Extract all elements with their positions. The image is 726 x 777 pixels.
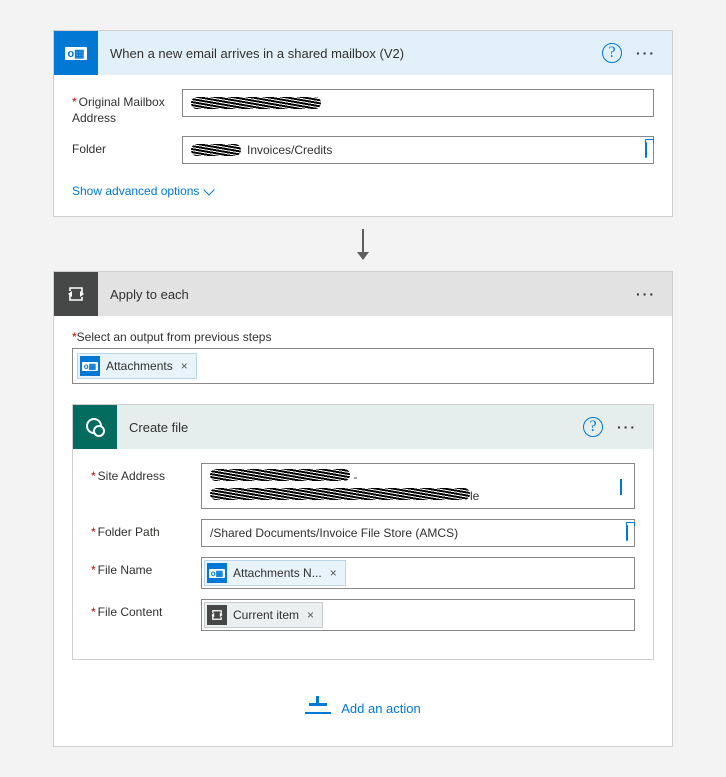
remove-token-icon[interactable]: × bbox=[305, 608, 316, 622]
mailbox-label: *Original Mailbox Address bbox=[72, 89, 182, 126]
token-attachments[interactable]: o▦ Attachments × bbox=[77, 353, 197, 379]
create-file-title: Create file bbox=[129, 420, 583, 435]
card-menu-icon[interactable]: ··· bbox=[617, 419, 637, 435]
token-current-item[interactable]: Current item × bbox=[204, 602, 323, 628]
folder-path-input[interactable]: /Shared Documents/Invoice File Store (AM… bbox=[201, 519, 635, 547]
folder-value: Invoices/Credits bbox=[247, 143, 332, 157]
select-output-label: *Select an output from previous steps bbox=[72, 330, 654, 344]
chevron-down-icon bbox=[204, 184, 215, 195]
loop-icon bbox=[207, 605, 227, 625]
folder-label: Folder bbox=[72, 136, 182, 158]
card-menu-icon[interactable]: ··· bbox=[636, 45, 656, 61]
trigger-title: When a new email arrives in a shared mai… bbox=[110, 46, 602, 61]
flow-arrow-icon bbox=[362, 229, 364, 259]
help-icon[interactable]: ? bbox=[583, 417, 603, 437]
sharepoint-icon bbox=[73, 405, 117, 449]
help-icon[interactable]: ? bbox=[602, 43, 622, 63]
show-advanced-link[interactable]: Show advanced options bbox=[72, 184, 213, 198]
add-action-button[interactable]: Add an action bbox=[72, 700, 654, 716]
apply-title: Apply to each bbox=[110, 287, 622, 302]
token-attachments-name[interactable]: o▦ Attachments N... × bbox=[204, 560, 346, 586]
mailbox-input[interactable] bbox=[182, 89, 654, 117]
remove-token-icon[interactable]: × bbox=[328, 566, 339, 580]
folder-picker-icon[interactable] bbox=[645, 143, 647, 157]
trigger-card: o▦ When a new email arrives in a shared … bbox=[53, 30, 673, 217]
card-menu-icon[interactable]: ··· bbox=[636, 286, 656, 302]
apply-card: Apply to each ··· *Select an output from… bbox=[53, 271, 673, 747]
redacted-text bbox=[210, 469, 350, 481]
outlook-icon: o▦ bbox=[80, 356, 100, 376]
redacted-text bbox=[210, 488, 470, 500]
site-address-label: *Site Address bbox=[91, 463, 201, 485]
outlook-icon: o▦ bbox=[207, 563, 227, 583]
file-content-label: *File Content bbox=[91, 599, 201, 621]
site-address-input[interactable]: - le bbox=[201, 463, 635, 509]
outlook-icon: o▦ bbox=[54, 31, 98, 75]
file-content-input[interactable]: Current item × bbox=[201, 599, 635, 631]
create-file-card: Create file ? ··· *Site Address - le *Fo… bbox=[72, 404, 654, 660]
file-name-label: *File Name bbox=[91, 557, 201, 579]
loop-icon bbox=[54, 272, 98, 316]
apply-header[interactable]: Apply to each ··· bbox=[54, 272, 672, 316]
add-action-icon bbox=[305, 700, 331, 716]
dropdown-icon[interactable] bbox=[620, 479, 622, 493]
redacted-text bbox=[191, 97, 321, 109]
trigger-header[interactable]: o▦ When a new email arrives in a shared … bbox=[54, 31, 672, 75]
folder-picker-icon[interactable] bbox=[626, 526, 628, 540]
select-output-input[interactable]: o▦ Attachments × bbox=[72, 348, 654, 384]
remove-token-icon[interactable]: × bbox=[179, 359, 190, 373]
create-file-header[interactable]: Create file ? ··· bbox=[73, 405, 653, 449]
folder-path-label: *Folder Path bbox=[91, 519, 201, 541]
redacted-text bbox=[191, 144, 241, 156]
folder-input[interactable]: Invoices/Credits bbox=[182, 136, 654, 164]
file-name-input[interactable]: o▦ Attachments N... × bbox=[201, 557, 635, 589]
